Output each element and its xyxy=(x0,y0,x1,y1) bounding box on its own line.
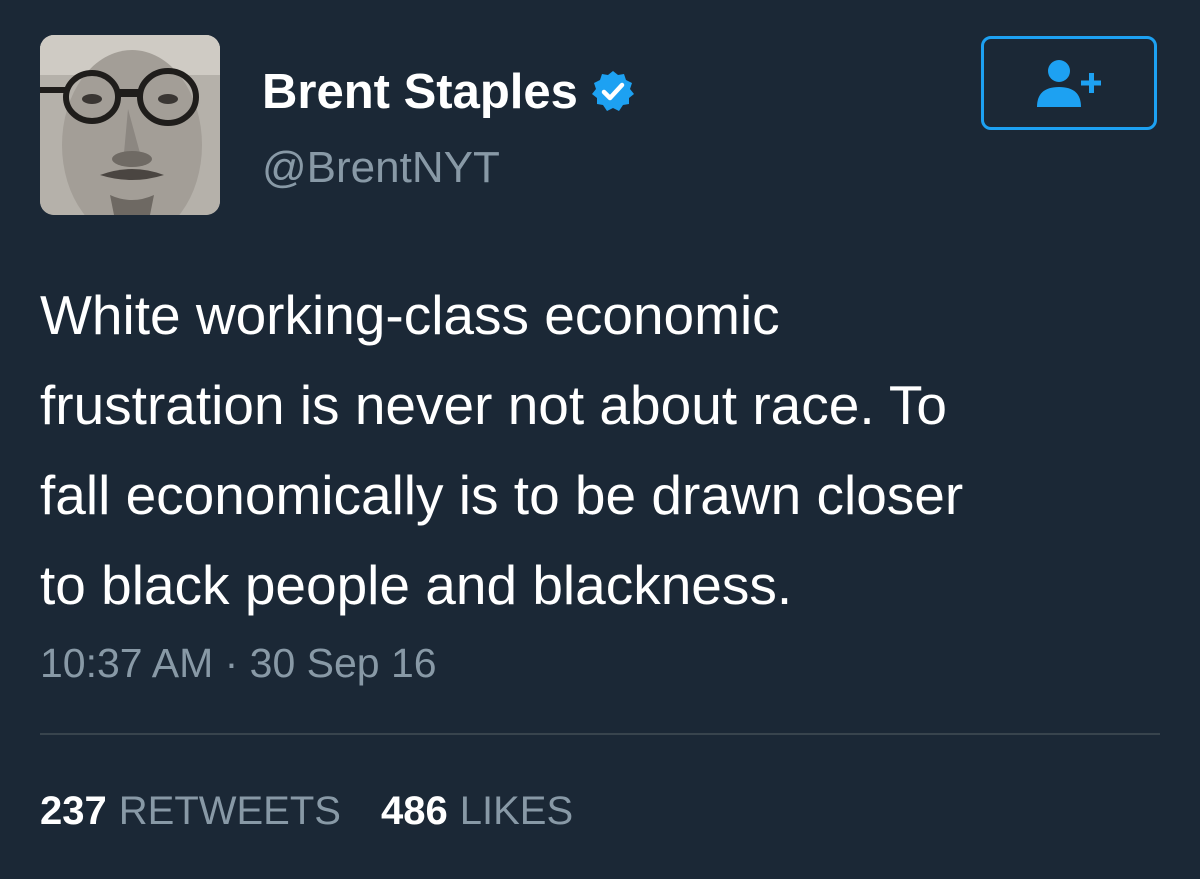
user-handle[interactable]: @BrentNYT xyxy=(262,140,500,196)
display-name-row: Brent Staples xyxy=(262,62,636,122)
add-user-icon xyxy=(1037,60,1101,107)
tweet-stats: 237 RETWEETS 486 LIKES xyxy=(40,786,573,836)
retweets-label: RETWEETS xyxy=(118,789,341,833)
tweet-card: Brent Staples @BrentNYT White working-cl… xyxy=(0,0,1200,879)
retweets-count: 237 xyxy=(40,789,107,833)
tweet-timestamp[interactable]: 10:37 AM · 30 Sep 16 xyxy=(40,636,437,690)
display-name[interactable]: Brent Staples xyxy=(262,62,578,122)
likes-count: 486 xyxy=(380,789,448,833)
follow-button[interactable] xyxy=(981,36,1157,130)
divider xyxy=(40,733,1160,735)
tweet-text: White working-class economic frustration… xyxy=(40,284,964,616)
likes-label: LIKES xyxy=(459,789,574,833)
retweets-stat[interactable]: 237 RETWEETS xyxy=(40,786,341,836)
likes-stat[interactable]: 486 LIKES xyxy=(381,786,573,836)
verified-badge-icon xyxy=(590,69,636,115)
avatar[interactable] xyxy=(40,35,220,215)
